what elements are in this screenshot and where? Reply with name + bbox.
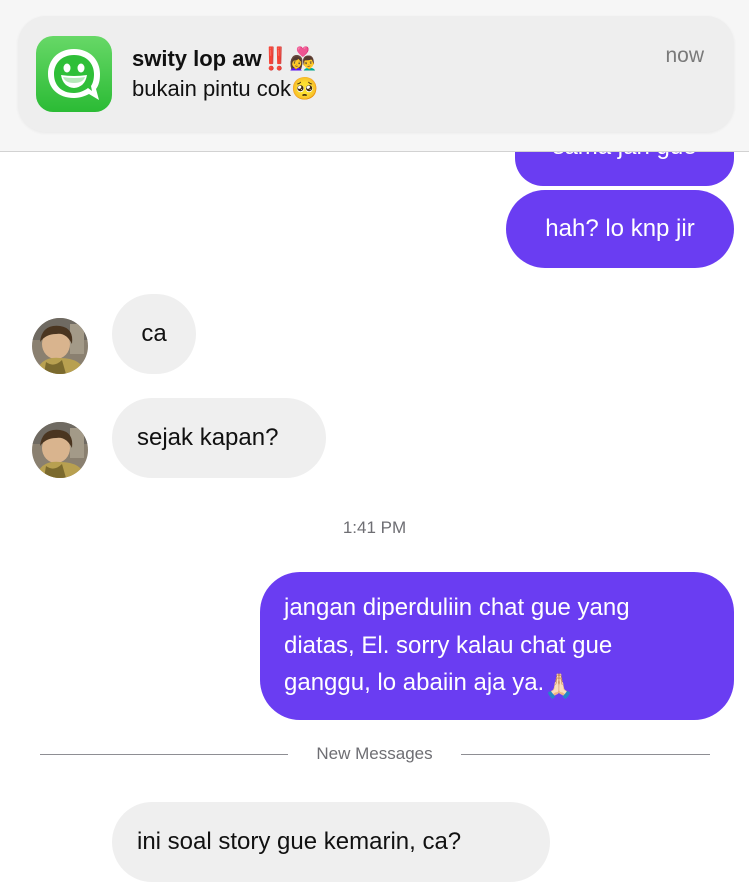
pleading-face-emoji: 🥺: [291, 76, 319, 101]
message-text-line: jangan diperduliin chat gue yang: [284, 594, 630, 621]
folded-hands-emoji: 🙏🏻: [544, 673, 575, 700]
double-exclamation-emoji: ‼️: [261, 46, 289, 71]
avatar[interactable]: [32, 422, 88, 478]
message-text: ini soal story gue kemarin, ca?: [137, 828, 462, 855]
outgoing-message-bubble[interactable]: jangan diperduliin chat gue yang diatas,…: [260, 572, 734, 720]
sender-name: swity lop aw: [132, 46, 262, 71]
message-text-line: diatas, El. sorry kalau chat gue: [284, 631, 613, 659]
message-text: sejak kapan?: [137, 424, 279, 451]
notification-message-text: bukain pintu cok: [132, 76, 291, 101]
couple-with-heart-emoji: 👩‍❤️‍👨: [289, 46, 317, 71]
outgoing-message-bubble[interactable]: hah? lo knp jir: [506, 190, 734, 268]
notification-message: bukain pintu cok🥺: [132, 76, 318, 102]
notification-sender: swity lop aw‼️👩‍❤️‍👨: [132, 46, 316, 72]
push-notification-banner[interactable]: swity lop aw‼️👩‍❤️‍👨 bukain pintu cok🥺 n…: [18, 16, 734, 132]
incoming-message-bubble[interactable]: ini soal story gue kemarin, ca?: [112, 802, 550, 882]
new-messages-label: New Messages: [316, 744, 433, 763]
notification-time: now: [665, 44, 704, 67]
message-text: hah? lo knp jir: [545, 215, 695, 242]
message-text: ganggu, lo abaiin aja ya.: [284, 669, 545, 696]
incoming-message-bubble[interactable]: sejak kapan?: [112, 398, 326, 478]
message-text-line: ganggu, lo abaiin aja ya.🙏🏻: [284, 664, 714, 706]
incoming-message-bubble[interactable]: ca: [112, 294, 196, 374]
message-text: ca: [141, 320, 167, 347]
divider-line: [40, 754, 288, 755]
divider-line: [461, 754, 710, 755]
message-timestamp: 1:41 PM: [342, 518, 407, 537]
smiling-chat-bubble-icon: [36, 36, 112, 112]
avatar[interactable]: [32, 318, 88, 374]
